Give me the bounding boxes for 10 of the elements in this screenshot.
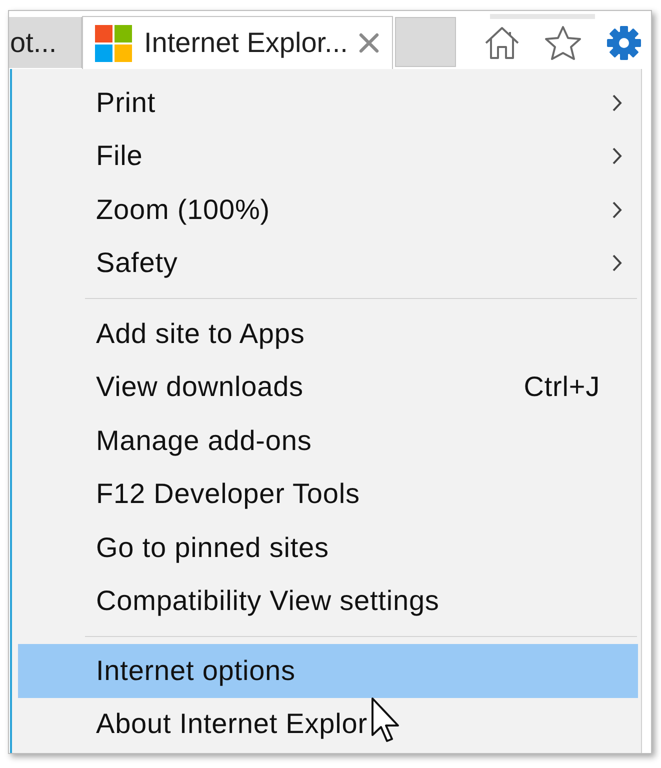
star-icon[interactable] [544,25,582,61]
tab[interactable]: Internet Explor... [82,16,393,69]
settings-icon[interactable] [606,25,642,61]
shortcut-text: Ctrl+J [524,370,600,404]
menu-item[interactable]: Internet options [18,644,638,698]
home-icon[interactable] [484,26,520,60]
four-squares-icon [95,24,132,62]
mouse-pointer-icon [371,697,401,743]
tab[interactable]: ot... [9,17,82,68]
close-icon[interactable] [359,33,379,53]
